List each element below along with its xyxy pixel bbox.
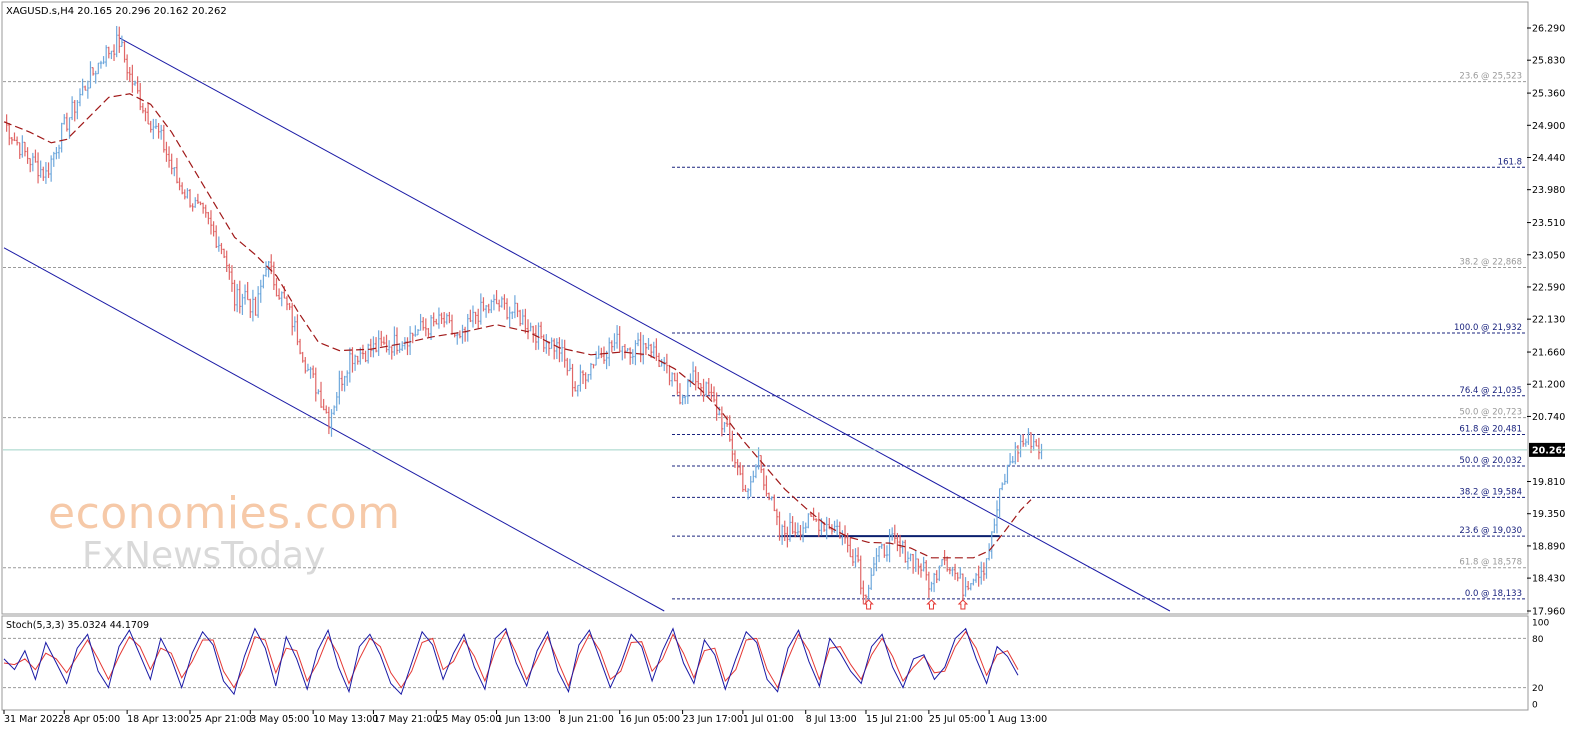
fib-label-gray: 23.6 @ 25,523 [1459, 72, 1522, 82]
y-tick-label: 23.510 [1532, 218, 1565, 229]
x-tick-label: 18 Apr 13:00 [127, 714, 189, 725]
y-tick-label: 25.830 [1532, 56, 1565, 67]
y-tick-label: 19.350 [1532, 509, 1565, 520]
y-tick-label: 17.960 [1532, 607, 1565, 618]
fib-label-gray: 61.8 @ 18,578 [1459, 558, 1522, 568]
y-tick-label: 25.360 [1532, 89, 1565, 100]
x-tick-label: 8 Jul 13:00 [806, 714, 857, 725]
x-tick-label: 16 Jun 05:00 [620, 714, 680, 725]
y-tick-label: 22.130 [1532, 315, 1565, 326]
fib-label-navy: 100.0 @ 21,932 [1454, 323, 1522, 333]
symbol-header: XAGUSD.s,H4 20.165 20.296 20.162 20.262 [6, 6, 227, 17]
y-tick-label: 18.890 [1532, 541, 1565, 552]
stoch-axis-label: 100 [1532, 619, 1549, 629]
y-tick-label: 24.900 [1532, 121, 1565, 132]
x-tick-label: 17 May 21:00 [373, 714, 438, 725]
watermark-economies: economies.com [48, 488, 401, 539]
y-tick-label: 22.590 [1532, 282, 1565, 293]
y-tick-label: 19.810 [1532, 477, 1565, 488]
x-tick-label: 10 May 13:00 [313, 714, 378, 725]
y-tick-label: 23.980 [1532, 185, 1565, 196]
stoch-axis-label: 0 [1532, 701, 1538, 711]
x-tick-label: 8 Apr 05:00 [64, 714, 120, 725]
fib-label-navy: 50.0 @ 20,032 [1459, 456, 1522, 466]
watermark-fxnewstoday: FxNewsToday [82, 535, 325, 576]
stoch-axis-label: 80 [1532, 635, 1544, 645]
fib-label-gray: 38.2 @ 22,868 [1459, 257, 1522, 267]
y-tick-label: 21.200 [1532, 380, 1565, 391]
x-tick-label: 25 May 05:00 [436, 714, 501, 725]
x-tick-label: 1 Aug 13:00 [989, 714, 1047, 725]
y-tick-label: 26.290 [1532, 24, 1565, 35]
x-tick-label: 15 Jul 21:00 [866, 714, 923, 725]
y-tick-label: 24.440 [1532, 153, 1565, 164]
x-tick-label: 25 Jul 05:00 [929, 714, 986, 725]
x-tick-label: 31 Mar 2022 [4, 714, 64, 725]
fib-label-navy: 76.4 @ 21,035 [1459, 386, 1522, 396]
y-tick-label: 18.430 [1532, 574, 1565, 585]
x-tick-label: 25 Apr 21:00 [190, 714, 252, 725]
x-tick-label: 3 May 05:00 [250, 714, 309, 725]
fib-label-navy: 0.0 @ 18,133 [1465, 589, 1522, 599]
fib-label-navy: 61.8 @ 20,481 [1459, 425, 1522, 435]
y-tick-label: 21.660 [1532, 348, 1565, 359]
stochastic-label: Stoch(5,3,3) 35.0324 44.1709 [6, 620, 149, 631]
fib-label-navy: 38.2 @ 19,584 [1459, 487, 1522, 497]
x-tick-label: 1 Jun 13:00 [497, 714, 551, 725]
current-price-label: 20.262 [1532, 445, 1569, 456]
price-chart: economies.com FxNewsToday 23.6 @ 25,523 3… [0, 0, 1596, 743]
x-tick-label: 23 Jun 17:00 [683, 714, 743, 725]
fib-label-navy: 161.8 [1498, 157, 1522, 167]
x-tick-label: 8 Jun 21:00 [559, 714, 613, 725]
fib-label-navy: 23.6 @ 19,030 [1459, 526, 1522, 536]
stoch-axis-label: 20 [1532, 684, 1544, 694]
fib-label-gray: 50.0 @ 20,723 [1459, 408, 1522, 418]
x-tick-label: 1 Jul 01:00 [743, 714, 794, 725]
y-tick-label: 23.050 [1532, 250, 1565, 261]
y-tick-label: 20.740 [1532, 412, 1565, 423]
